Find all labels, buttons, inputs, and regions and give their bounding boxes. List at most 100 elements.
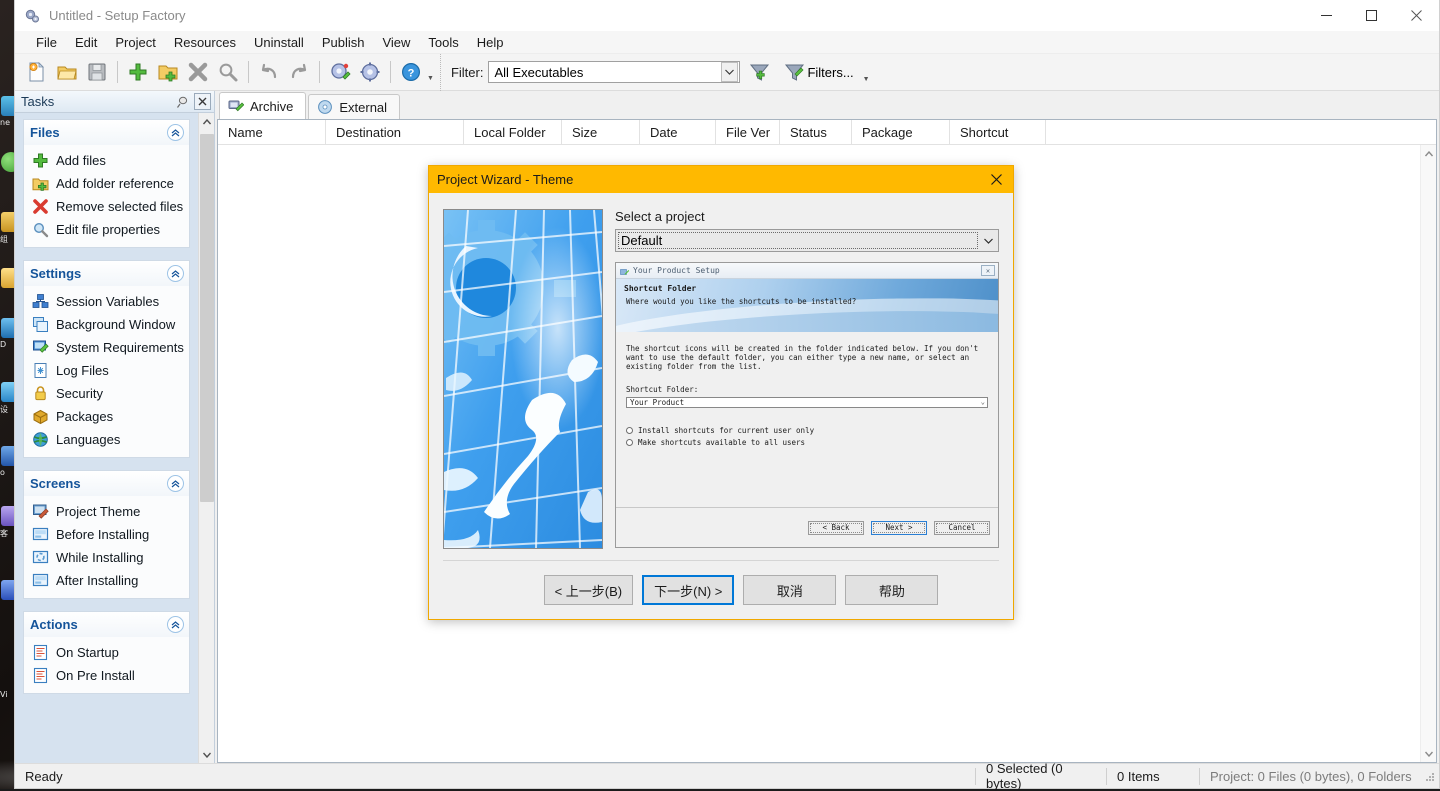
column-header-package[interactable]: Package [852, 120, 950, 144]
scroll-down-icon[interactable] [199, 746, 215, 763]
task-while-installing[interactable]: While Installing [24, 546, 189, 569]
scroll-down-icon[interactable] [1421, 745, 1437, 762]
add-folder-icon [32, 175, 49, 192]
menu-item-help[interactable]: Help [468, 32, 513, 53]
close-icon[interactable] [194, 93, 211, 110]
task-background-window[interactable]: Background Window [24, 313, 189, 336]
task-session-variables[interactable]: Session Variables [24, 290, 189, 313]
menu-item-file[interactable]: File [27, 32, 66, 53]
chevron-down-icon[interactable] [978, 236, 998, 246]
tasks-scrollbar[interactable] [198, 113, 214, 763]
column-header-shortcut[interactable]: Shortcut [950, 120, 1046, 144]
task-project-theme[interactable]: Project Theme [24, 500, 189, 523]
theme-preview: Your Product Setup ✕ Shortcut Folder Whe… [615, 262, 999, 548]
redo-icon[interactable] [284, 57, 314, 87]
dialog-close-button[interactable] [979, 166, 1013, 193]
task-group-title: Settings [30, 266, 82, 281]
column-header-date[interactable]: Date [640, 120, 716, 144]
scroll-up-icon[interactable] [199, 113, 215, 130]
remove-files-icon[interactable] [183, 57, 213, 87]
menu-item-uninstall[interactable]: Uninstall [245, 32, 313, 53]
toolbar-overflow-icon[interactable]: ▼ [427, 75, 434, 90]
task-on-pre-install[interactable]: On Pre Install [24, 664, 189, 687]
cancel-button[interactable]: 取消 [743, 575, 837, 605]
chevron-up-icon[interactable] [167, 475, 184, 492]
variables-icon [32, 293, 49, 310]
file-list-scroll-track[interactable] [1421, 162, 1437, 745]
maximize-button[interactable] [1349, 0, 1394, 31]
filters-overflow-icon[interactable]: ▼ [863, 76, 870, 91]
filter-combobox[interactable]: All Executables [488, 61, 741, 83]
help-button[interactable]: 帮助 [845, 575, 939, 605]
menu-item-publish[interactable]: Publish [313, 32, 374, 53]
task-packages[interactable]: Packages [24, 405, 189, 428]
task-system-requirements[interactable]: System Requirements [24, 336, 189, 359]
add-folder-icon[interactable] [153, 57, 183, 87]
task-after-installing[interactable]: After Installing [24, 569, 189, 592]
preview-field-value: Your Product [630, 398, 685, 407]
task-languages[interactable]: Languages [24, 428, 189, 451]
status-ready: Ready [25, 768, 63, 784]
file-list-scrollbar[interactable] [1420, 145, 1436, 762]
column-header-destination[interactable]: Destination [326, 120, 464, 144]
menu-item-tools[interactable]: Tools [419, 32, 467, 53]
menu-item-project[interactable]: Project [106, 32, 164, 53]
tab-external[interactable]: External [308, 94, 401, 119]
menu-item-view[interactable]: View [373, 32, 419, 53]
tasks-list: Files Add files Add folder reference Rem… [15, 113, 198, 763]
column-header-size[interactable]: Size [562, 120, 640, 144]
chevron-up-icon[interactable] [167, 265, 184, 282]
task-security[interactable]: Security [24, 382, 189, 405]
setup-icon [620, 266, 630, 275]
undo-icon[interactable] [254, 57, 284, 87]
task-edit-file-properties[interactable]: Edit file properties [24, 218, 189, 241]
task-add-files[interactable]: Add files [24, 149, 189, 172]
next-button[interactable]: 下一步(N) > [642, 575, 735, 605]
add-filter-button[interactable] [744, 57, 775, 87]
column-header-blank[interactable] [1046, 120, 1436, 144]
preview-radio-group: Install shortcuts for current user only … [626, 426, 988, 447]
menu-item-resources[interactable]: Resources [165, 32, 245, 53]
tasks-scroll-thumb[interactable] [199, 134, 214, 502]
back-button[interactable]: < 上一步(B) [543, 575, 634, 605]
preview-radio-current-user: Install shortcuts for current user only [626, 426, 988, 435]
column-header-name[interactable]: Name [218, 120, 326, 144]
menu-item-edit[interactable]: Edit [66, 32, 106, 53]
save-project-icon[interactable] [82, 57, 112, 87]
log-icon [32, 362, 49, 379]
task-add-folder-reference[interactable]: Add folder reference [24, 172, 189, 195]
task-remove-selected-files[interactable]: Remove selected files [24, 195, 189, 218]
scroll-up-icon[interactable] [1421, 145, 1437, 162]
new-project-icon[interactable] [22, 57, 52, 87]
filters-button[interactable]: Filters... [779, 57, 858, 87]
task-group-header[interactable]: Settings [24, 261, 189, 286]
task-log-files[interactable]: Log Files [24, 359, 189, 382]
column-header-status[interactable]: Status [780, 120, 852, 144]
chevron-up-icon[interactable] [167, 124, 184, 141]
task-on-startup[interactable]: On Startup [24, 641, 189, 664]
settings-icon[interactable] [355, 57, 385, 87]
task-label: On Startup [56, 645, 119, 660]
chevron-down-icon[interactable] [721, 62, 739, 82]
tab-archive[interactable]: Archive [219, 92, 307, 119]
task-group-header[interactable]: Actions [24, 612, 189, 637]
build-icon[interactable] [325, 57, 355, 87]
pin-icon[interactable] [174, 93, 191, 110]
script-icon [32, 667, 49, 684]
task-group-header[interactable]: Screens [24, 471, 189, 496]
close-button[interactable] [1394, 0, 1439, 31]
minimize-button[interactable] [1304, 0, 1349, 31]
open-project-icon[interactable] [52, 57, 82, 87]
column-header-local-folder[interactable]: Local Folder [464, 120, 562, 144]
task-group-header[interactable]: Files [24, 120, 189, 145]
chevron-up-icon[interactable] [167, 616, 184, 633]
resize-grip[interactable] [1422, 769, 1436, 783]
tasks-scroll-track[interactable] [199, 130, 215, 746]
task-group-title: Screens [30, 476, 81, 491]
add-files-icon[interactable] [123, 57, 153, 87]
column-header-file-ver[interactable]: File Ver [716, 120, 780, 144]
project-select[interactable]: Default [615, 229, 999, 252]
file-properties-icon[interactable] [213, 57, 243, 87]
task-before-installing[interactable]: Before Installing [24, 523, 189, 546]
help-icon[interactable]: ? [396, 57, 426, 87]
